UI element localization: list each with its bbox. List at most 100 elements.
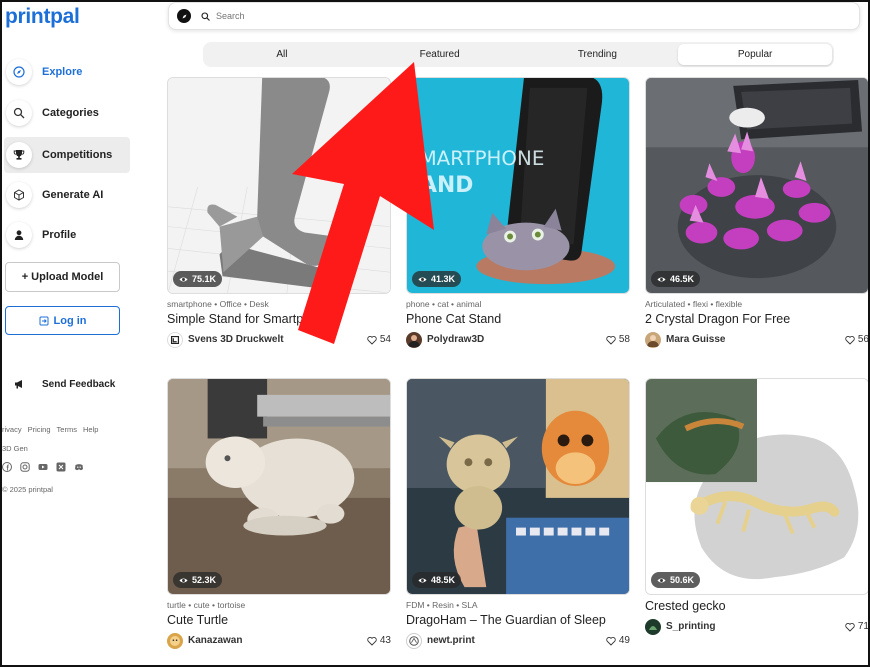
author-name: Polydraw3D — [427, 334, 485, 345]
eye-icon — [657, 577, 666, 583]
eye-icon — [418, 577, 427, 583]
tab-featured[interactable]: Featured — [363, 44, 517, 65]
sidebar-item-profile[interactable]: Profile — [4, 217, 130, 253]
explore-compass-icon[interactable] — [177, 9, 191, 23]
model-title[interactable]: DragoHam – The Guardian of Sleep — [406, 613, 630, 627]
view-count: 75.1K — [192, 274, 217, 284]
model-card[interactable]: 50.6K Crested gecko S_printing 71 — [645, 378, 868, 635]
footer-link-3dgen[interactable]: 3D Gen — [2, 444, 28, 453]
author-name: newt.print — [427, 635, 475, 646]
model-card[interactable]: 46.5K Articulated • flexi • flexible 2 C… — [645, 77, 869, 348]
like-button[interactable]: 43 — [367, 635, 391, 646]
tab-trending[interactable]: Trending — [521, 44, 675, 65]
like-button[interactable]: 71 — [845, 621, 868, 632]
avatar — [406, 632, 422, 649]
model-card[interactable]: SMARTPHONE TAND 41.3K phone • cat • anim… — [406, 77, 630, 348]
model-thumbnail[interactable]: SMARTPHONE TAND 41.3K — [406, 77, 630, 294]
instagram-icon[interactable] — [20, 462, 30, 472]
footer-link-terms[interactable]: Terms — [57, 425, 77, 434]
footer-link-help[interactable]: Help — [83, 425, 98, 434]
login-button[interactable]: Log in — [5, 306, 120, 335]
heart-icon — [606, 335, 616, 345]
like-count: 56 — [857, 334, 869, 345]
avatar — [167, 632, 183, 649]
footer-links: rivacy Pricing Terms Help — [2, 425, 98, 434]
model-thumbnail[interactable]: 75.1K — [167, 77, 391, 294]
like-button[interactable]: 58 — [606, 334, 630, 345]
author[interactable]: Kanazawan — [167, 632, 242, 649]
heart-icon — [367, 636, 377, 646]
model-thumbnail[interactable]: 50.6K — [645, 378, 868, 595]
model-title[interactable]: 2 Crystal Dragon For Free — [645, 312, 868, 326]
model-meta: Svens 3D Druckwelt 54 — [167, 331, 391, 348]
crested-gecko-image — [646, 379, 868, 594]
like-count: 49 — [618, 635, 630, 646]
model-meta: newt.print 49 — [406, 632, 630, 649]
author[interactable]: Svens 3D Druckwelt — [167, 331, 284, 348]
view-count-badge: 75.1K — [173, 271, 223, 287]
avatar — [167, 331, 183, 348]
author[interactable]: Mara Guisse — [645, 331, 726, 348]
view-count-badge: 50.6K — [651, 572, 701, 588]
user-icon — [6, 222, 32, 248]
sidebar-item-generate-ai[interactable]: Generate AI — [4, 177, 130, 213]
heart-icon — [367, 335, 377, 345]
youtube-icon[interactable] — [38, 462, 48, 472]
like-count: 43 — [379, 635, 391, 646]
model-thumbnail[interactable]: 52.3K — [167, 378, 391, 595]
view-count: 52.3K — [192, 575, 217, 585]
author-name: Mara Guisse — [666, 334, 726, 345]
eye-icon — [179, 276, 188, 282]
x-icon[interactable] — [56, 462, 66, 472]
author[interactable]: newt.print — [406, 632, 475, 649]
like-button[interactable]: 56 — [845, 334, 869, 345]
feedback-label: Send Feedback — [42, 378, 116, 390]
model-tags: phone • cat • animal — [406, 299, 482, 309]
search-icon — [6, 100, 32, 126]
model-thumbnail[interactable]: 48.5K — [406, 378, 630, 595]
sidebar-item-label: Generate AI — [42, 189, 104, 201]
view-count-badge: 48.5K — [412, 572, 462, 588]
heart-icon — [845, 335, 855, 345]
model-title[interactable]: Phone Cat Stand — [406, 312, 630, 326]
copyright: © 2025 printpal — [2, 485, 53, 494]
author[interactable]: Polydraw3D — [406, 331, 485, 348]
cube-icon — [6, 182, 32, 208]
facebook-icon[interactable] — [2, 462, 12, 472]
sidebar-item-categories[interactable]: Categories — [4, 95, 130, 131]
discord-icon[interactable] — [74, 462, 84, 472]
model-title[interactable]: Crested gecko — [645, 599, 868, 613]
phone-cat-stand-image: SMARTPHONE TAND — [407, 78, 629, 293]
view-count-badge: 46.5K — [651, 271, 701, 287]
model-thumbnail[interactable]: 46.5K — [645, 77, 868, 294]
tab-all[interactable]: All — [205, 44, 359, 65]
avatar — [645, 618, 661, 635]
tab-popular[interactable]: Popular — [678, 44, 832, 65]
sidebar-item-explore[interactable]: Explore — [4, 54, 130, 90]
model-card[interactable]: 52.3K turtle • cute • tortoise Cute Turt… — [167, 378, 391, 649]
footer-link-pricing[interactable]: Pricing — [28, 425, 51, 434]
search-icon — [201, 11, 210, 21]
eye-icon — [418, 276, 427, 282]
sidebar-item-label: Profile — [42, 229, 77, 241]
sidebar-item-label: Explore — [42, 66, 83, 78]
like-button[interactable]: 49 — [606, 635, 630, 646]
model-meta: Kanazawan 43 — [167, 632, 391, 649]
logo[interactable]: printpal — [5, 5, 80, 29]
model-title[interactable]: Cute Turtle — [167, 613, 391, 627]
login-icon — [39, 316, 48, 325]
footer-link-privacy[interactable]: rivacy — [2, 425, 22, 434]
upload-model-button[interactable]: + Upload Model — [5, 262, 120, 292]
eye-icon — [179, 577, 188, 583]
model-card[interactable]: 48.5K FDM • Resin • SLA DragoHam – The G… — [406, 378, 630, 649]
send-feedback-link[interactable]: Send Feedback — [4, 369, 115, 399]
sidebar-item-competitions[interactable]: Competitions — [4, 137, 130, 173]
like-button[interactable]: 54 — [367, 334, 391, 345]
sidebar-item-label: Competitions — [42, 149, 113, 161]
model-title[interactable]: Simple Stand for Smartphone — [167, 312, 391, 326]
megaphone-icon — [6, 371, 32, 397]
avatar — [406, 331, 422, 348]
search-input[interactable] — [216, 11, 816, 21]
model-card[interactable]: 75.1K smartphone • Office • Desk Simple … — [167, 77, 391, 348]
author[interactable]: S_printing — [645, 618, 715, 635]
